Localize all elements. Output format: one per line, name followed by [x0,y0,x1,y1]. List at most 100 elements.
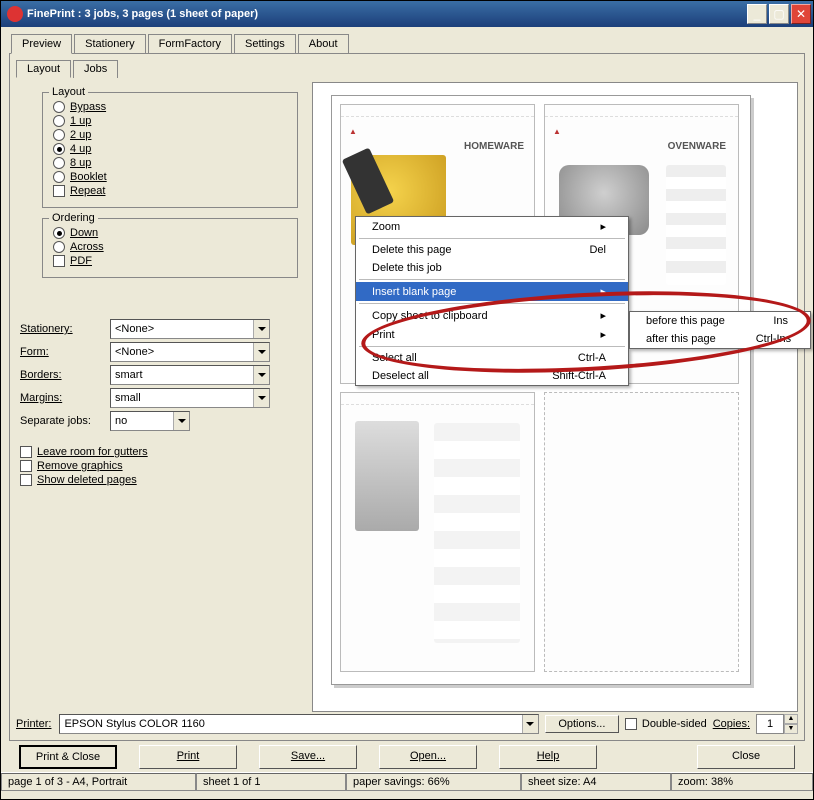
copies-value[interactable]: 1 [756,714,784,734]
ctx-separator [359,346,625,347]
app-icon [7,6,23,22]
radio-4up[interactable]: 4 up [53,143,287,155]
chevron-right-icon: ▸ [580,220,606,233]
chevron-right-icon: ▸ [580,309,606,322]
chevron-down-icon[interactable] [253,320,269,338]
check-doublesided[interactable]: Double-sided [625,718,707,730]
select-borders[interactable]: smart [110,365,270,385]
subtab-layout[interactable]: Layout [16,60,71,78]
chevron-down-icon[interactable] [253,366,269,384]
button-help[interactable]: Help [499,745,597,769]
spin-down-icon[interactable]: ▼ [784,724,798,734]
select-margins[interactable]: small [110,388,270,408]
ctx-delete-page[interactable]: Delete this pageDel [356,241,628,259]
ctx-insert-blank[interactable]: Insert blank page▸ [356,282,628,301]
spin-copies[interactable]: 1 ▲▼ [756,714,798,734]
ctx-deselect-all[interactable]: Deselect allShift-Ctrl-A [356,367,628,385]
page-thumb-4-empty[interactable] [544,392,739,672]
radio-2up[interactable]: 2 up [53,129,287,141]
button-close[interactable]: Close [697,745,795,769]
radio-across[interactable]: Across [53,241,287,253]
label-sepjobs: Separate jobs: [20,415,110,427]
check-gutters[interactable]: Leave room for gutters [20,446,306,458]
context-menu[interactable]: Zoom▸ Delete this pageDel Delete this jo… [355,216,629,386]
radio-1up[interactable]: 1 up [53,115,287,127]
main-tabs: Preview Stationery FormFactory Settings … [11,33,813,53]
tab-settings[interactable]: Settings [234,34,296,54]
select-stationery[interactable]: <None> [110,319,270,339]
button-options[interactable]: Options... [545,715,619,733]
left-column: Layout Bypass 1 up 2 up 4 up 8 up Bookle… [16,82,312,712]
spin-up-icon[interactable]: ▲ [784,714,798,724]
minimize-button[interactable]: _ [747,4,767,24]
group-ordering: Ordering Down Across PDF [42,218,298,278]
chevron-down-icon[interactable] [173,412,189,430]
ctx-print[interactable]: Print▸ [356,325,628,344]
preview-area[interactable]: ▲ HOMEWARE ▲ OVENWARE [312,82,798,712]
app-window: FinePrint : 3 jobs, 3 pages (1 sheet of … [0,0,814,800]
row-sepjobs: Separate jobs: no [20,411,306,431]
select-printer[interactable]: EPSON Stylus COLOR 1160 [59,714,538,734]
label-copies: Copies: [713,718,750,730]
chevron-down-icon[interactable] [522,715,538,733]
row-borders: Borders: smart [20,365,306,385]
label-stationery: Stationery: [20,323,110,335]
label-form: Form: [20,346,110,358]
status-savings: paper savings: 66% [346,773,521,791]
row-margins: Margins: small [20,388,306,408]
ctx-separator [359,303,625,304]
columns: Layout Bypass 1 up 2 up 4 up 8 up Bookle… [16,82,798,712]
subtab-jobs[interactable]: Jobs [73,60,118,78]
window-title: FinePrint : 3 jobs, 3 pages (1 sheet of … [27,8,745,20]
row-form: Form: <None> [20,342,306,362]
ctx-separator [359,238,625,239]
button-print-close[interactable]: Print & Close [19,745,117,769]
button-open[interactable]: Open... [379,745,477,769]
chevron-right-icon: ▸ [580,328,606,341]
select-sepjobs[interactable]: no [110,411,190,431]
group-layout-legend: Layout [49,86,88,98]
ctx-copy-sheet[interactable]: Copy sheet to clipboard▸ [356,306,628,325]
status-bar: page 1 of 3 - A4, Portrait sheet 1 of 1 … [1,772,813,791]
tab-preview[interactable]: Preview [11,34,72,54]
select-form[interactable]: <None> [110,342,270,362]
sub-after-page[interactable]: after this pageCtrl-Ins [630,330,810,348]
label-borders: Borders: [20,369,110,381]
submenu-insert-blank[interactable]: before this pageIns after this pageCtrl-… [629,311,811,349]
button-save[interactable]: Save... [259,745,357,769]
sub-before-page[interactable]: before this pageIns [630,312,810,330]
radio-down[interactable]: Down [53,227,287,239]
check-pdf[interactable]: PDF [53,255,287,267]
check-showdeleted[interactable]: Show deleted pages [20,474,306,486]
ctx-delete-job[interactable]: Delete this job [356,259,628,277]
title-bar[interactable]: FinePrint : 3 jobs, 3 pages (1 sheet of … [1,1,813,27]
action-row: Print & Close Print Save... Open... Help… [9,745,805,769]
radio-booklet[interactable]: Booklet [53,171,287,183]
tab-formfactory[interactable]: FormFactory [148,34,232,54]
chevron-down-icon[interactable] [253,389,269,407]
tab-stationery[interactable]: Stationery [74,34,146,54]
ctx-select-all[interactable]: Select allCtrl-A [356,349,628,367]
printer-row: Printer: EPSON Stylus COLOR 1160 Options… [16,714,798,734]
group-ordering-legend: Ordering [49,212,98,224]
row-stationery: Stationery: <None> [20,319,306,339]
radio-8up[interactable]: 8 up [53,157,287,169]
chevron-down-icon[interactable] [253,343,269,361]
radio-bypass[interactable]: Bypass [53,101,287,113]
maximize-button[interactable]: ▢ [769,4,789,24]
check-removegraphics[interactable]: Remove graphics [20,460,306,472]
ctx-separator [359,279,625,280]
check-repeat[interactable]: Repeat [53,185,287,197]
tab-about[interactable]: About [298,34,349,54]
group-layout: Layout Bypass 1 up 2 up 4 up 8 up Bookle… [42,92,298,208]
ctx-zoom[interactable]: Zoom▸ [356,217,628,236]
status-page: page 1 of 3 - A4, Portrait [1,773,196,791]
main-panel: Layout Jobs Layout Bypass 1 up 2 up 4 up… [9,53,805,741]
status-sheet: sheet 1 of 1 [196,773,346,791]
button-print[interactable]: Print [139,745,237,769]
close-button[interactable]: ✕ [791,4,811,24]
page-thumb-3[interactable] [340,392,535,672]
chevron-right-icon: ▸ [580,285,606,298]
status-size: sheet size: A4 [521,773,671,791]
sheet[interactable]: ▲ HOMEWARE ▲ OVENWARE [331,95,751,685]
